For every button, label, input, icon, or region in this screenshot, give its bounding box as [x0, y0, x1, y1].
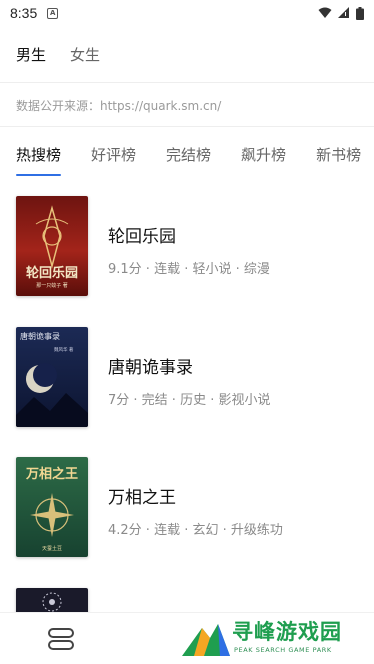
battery-icon — [356, 6, 364, 20]
watermark-title: 寻峰游戏园 — [232, 620, 342, 644]
book-item[interactable]: 轮回乐园 那一只蚊子 著 轮回乐园 9.1分 · 连载 · 轻小说 · 综漫 — [0, 196, 374, 296]
tab-completed[interactable]: 完结榜 — [166, 138, 211, 170]
notification-icon: A — [47, 7, 59, 19]
data-source-notice: 数据公开来源：https://quark.sm.cn/ — [16, 99, 222, 113]
tab-rising[interactable]: 飙升榜 — [241, 138, 286, 170]
book-title: 唐朝诡事录 — [108, 358, 193, 378]
menu-icon[interactable] — [48, 627, 74, 651]
book-meta: 9.1分 · 连载 · 轻小说 · 综漫 — [108, 262, 270, 277]
cover-emblem-icon — [35, 205, 69, 269]
wifi-icon — [318, 7, 332, 18]
book-cover[interactable]: 万相之王 天蚕土豆 — [16, 457, 88, 557]
tab-hot-search[interactable]: 热搜榜 — [16, 138, 62, 176]
book-meta: 4.2分 · 连载 · 玄幻 · 升级练功 — [108, 523, 283, 538]
cover-title: 万相之王 — [25, 467, 78, 482]
watermark-subtitle: PEAK SEARCH GAME PARK — [234, 646, 332, 654]
cover-author: 天蚕土豆 — [41, 546, 62, 552]
tab-male[interactable]: 男生 — [16, 44, 46, 65]
book-item[interactable]: 唐朝诡事录 魏风华 著 唐朝诡事录 7分 · 完结 · 历史 · 影视小说 — [0, 327, 374, 427]
watermark: 寻峰游戏园 PEAK SEARCH GAME PARK — [180, 614, 374, 662]
tab-female[interactable]: 女生 — [70, 44, 100, 65]
cover-moon-icon — [16, 363, 88, 427]
cover-author: 魏风华 著 — [54, 348, 74, 353]
tab-new-books[interactable]: 新书榜 — [316, 138, 361, 170]
book-cover[interactable]: 轮回乐园 那一只蚊子 著 — [16, 196, 88, 296]
status-time: 8:35 — [10, 5, 38, 21]
mountain-logo-icon — [182, 624, 230, 656]
gender-tabs: 男生 女生 — [0, 36, 374, 72]
divider — [0, 126, 374, 127]
status-icons — [318, 6, 364, 20]
divider — [0, 82, 374, 83]
rank-tabs: 热搜榜 好评榜 完结榜 飙升榜 新书榜 — [0, 138, 374, 178]
cover-title: 轮回乐园 — [25, 266, 78, 281]
tab-top-rated[interactable]: 好评榜 — [91, 138, 136, 170]
cover-title: 唐朝诡事录 — [20, 332, 60, 341]
book-meta: 7分 · 完结 · 历史 · 影视小说 — [108, 393, 271, 408]
book-title: 万相之王 — [108, 488, 176, 508]
book-item[interactable]: 万相之王 天蚕土豆 万相之王 4.2分 · 连载 · 玄幻 · 升级练功 — [0, 457, 374, 557]
status-bar: 8:35 A — [0, 0, 374, 26]
book-cover[interactable]: 唐朝诡事录 魏风华 著 — [16, 327, 88, 427]
cover-author: 那一只蚊子 著 — [36, 283, 68, 289]
book-title: 轮回乐园 — [108, 227, 176, 247]
signal-icon — [338, 7, 349, 18]
